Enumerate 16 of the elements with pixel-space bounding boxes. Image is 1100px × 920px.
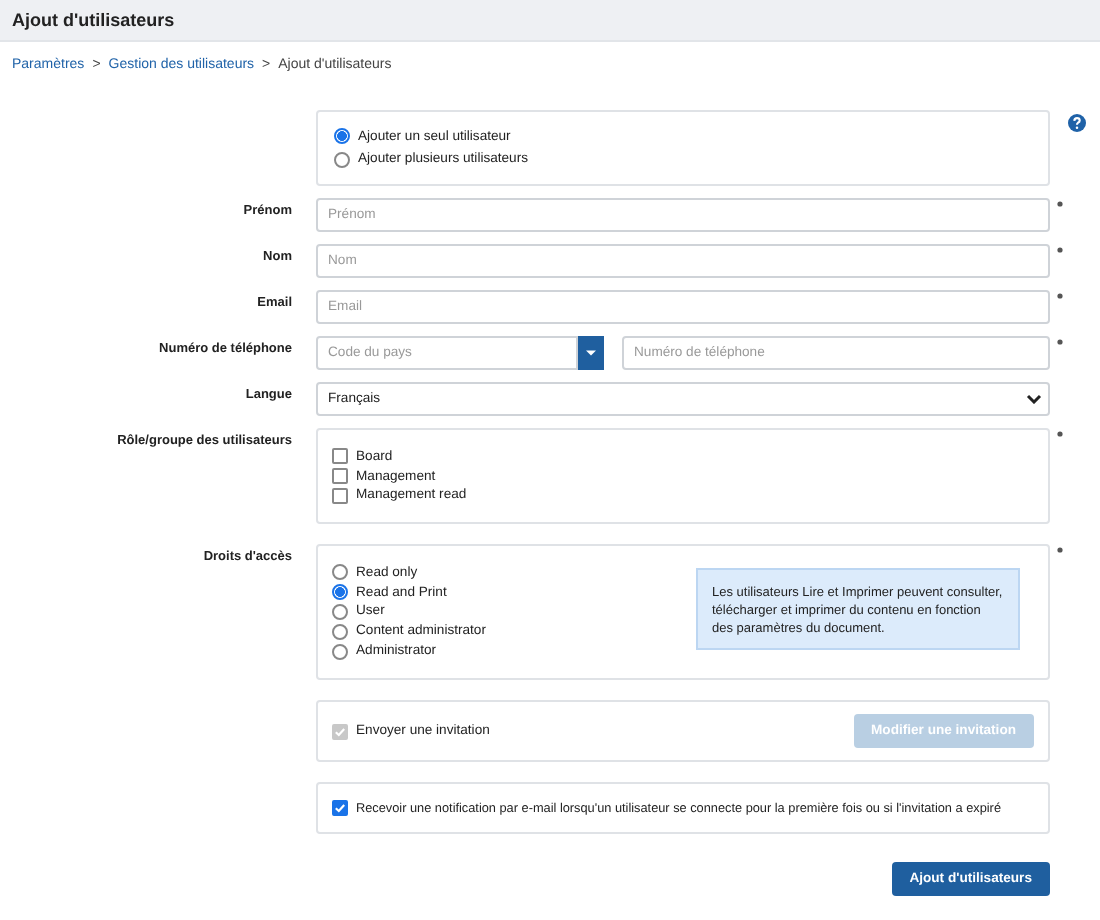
chevron-down-icon xyxy=(1026,394,1042,404)
radio-button[interactable] xyxy=(334,128,350,145)
checkbox[interactable] xyxy=(332,448,348,465)
dropdown-button[interactable] xyxy=(578,336,604,370)
radio-button[interactable] xyxy=(332,603,348,620)
radio-button[interactable] xyxy=(334,151,350,168)
radio-button[interactable] xyxy=(332,643,348,660)
checkbox[interactable] xyxy=(332,800,348,816)
checkbox[interactable] xyxy=(332,468,348,484)
radio-button[interactable] xyxy=(332,564,348,581)
radio-button[interactable] xyxy=(332,584,348,601)
page-title: Ajout d'utilisateurs xyxy=(12,10,175,30)
caret-icon xyxy=(586,350,596,356)
radio-button[interactable] xyxy=(332,623,348,640)
help-icon[interactable] xyxy=(1068,114,1086,132)
checkbox[interactable] xyxy=(332,487,348,504)
